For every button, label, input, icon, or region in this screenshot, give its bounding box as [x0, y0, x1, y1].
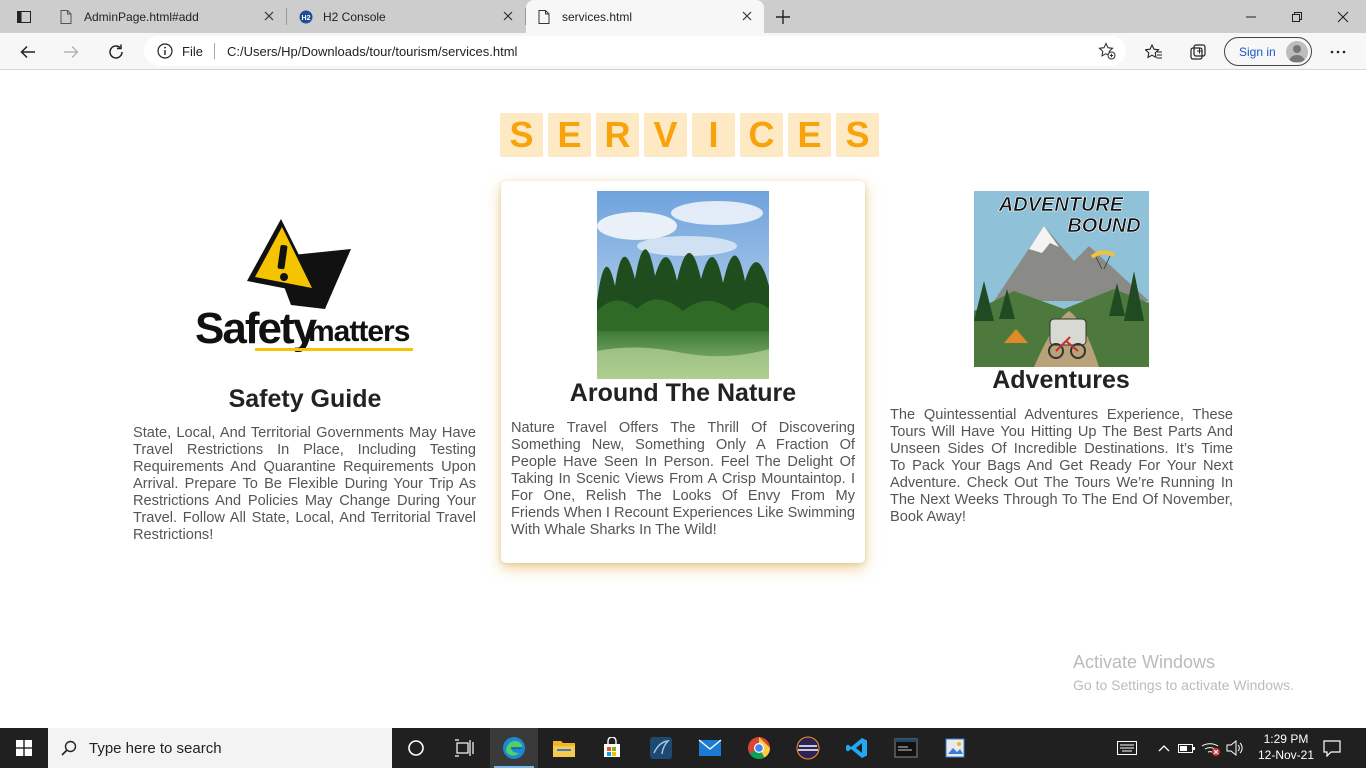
title-letter: R [596, 113, 639, 157]
activate-windows-watermark: Activate Windows Go to Settings to activ… [1073, 652, 1294, 693]
collections-icon[interactable] [1185, 39, 1211, 65]
address-divider [214, 43, 215, 59]
matters-word: matters [308, 315, 410, 348]
tab-strip: AdminPage.html#add H2 H2 Console service… [0, 0, 1366, 33]
service-title: Around The Nature [569, 379, 797, 407]
service-card-safety: Safety matters Safety Guide State, Local… [123, 189, 487, 571]
file-explorer-icon[interactable] [540, 728, 588, 768]
url-text[interactable]: C:/Users/Hp/Downloads/tour/tourism/servi… [227, 44, 517, 59]
new-tab-icon[interactable] [772, 6, 794, 28]
page-icon [60, 9, 74, 24]
clock-time: 1:29 PM [1263, 732, 1309, 746]
address-bar[interactable]: File C:/Users/Hp/Downloads/tour/tourism/… [144, 36, 1126, 66]
tab-label: services.html [562, 9, 633, 24]
service-card-nature: Around The Nature Nature Travel Offers T… [501, 181, 865, 563]
back-icon[interactable] [15, 39, 41, 65]
chevron-up-icon[interactable] [1154, 738, 1174, 758]
more-options-icon[interactable] [1325, 39, 1351, 65]
photos-icon[interactable] [931, 728, 979, 768]
title-letter: E [788, 113, 831, 157]
title-letter: S [500, 113, 543, 157]
window-close-icon[interactable] [1320, 0, 1366, 33]
service-title: Adventures [992, 366, 1130, 394]
sign-in-label: Sign in [1239, 44, 1276, 59]
safety-word: Safety [195, 304, 318, 353]
title-letter: S [836, 113, 879, 157]
title-letter: V [644, 113, 687, 157]
service-title: Safety Guide [228, 385, 382, 413]
search-icon [61, 740, 77, 756]
volume-icon[interactable] [1225, 738, 1245, 758]
watermark-title: Activate Windows [1073, 652, 1216, 672]
watermark-subtitle: Go to Settings to activate Windows. [1073, 677, 1294, 693]
taskbar-search-box[interactable]: Type here to search [48, 728, 392, 768]
refresh-icon[interactable] [103, 39, 129, 65]
tab-services[interactable]: services.html [526, 0, 764, 33]
edge-taskbar-icon[interactable] [490, 728, 538, 768]
tab-label: H2 Console [323, 9, 386, 24]
battery-icon[interactable] [1177, 738, 1197, 758]
network-error-icon[interactable] [1201, 738, 1221, 758]
title-letter: C [740, 113, 783, 157]
cortana-icon[interactable] [392, 728, 440, 768]
favorites-icon[interactable] [1141, 39, 1167, 65]
eclipse-icon[interactable] [784, 728, 832, 768]
vscode-icon[interactable] [833, 728, 881, 768]
h2-logo-icon: H2 [299, 10, 313, 24]
safety-matters-image: Safety matters [195, 217, 417, 357]
sign-in-button[interactable]: Sign in [1224, 37, 1312, 66]
mysql-workbench-icon[interactable] [637, 728, 685, 768]
minimize-icon[interactable] [1228, 0, 1274, 33]
service-card-adventures: ADVENTURE BOUND Adventures The Quintesse… [879, 181, 1243, 563]
title-letter: E [548, 113, 591, 157]
forward-icon[interactable] [58, 39, 84, 65]
search-placeholder: Type here to search [89, 739, 222, 757]
tab-actions-icon[interactable] [8, 6, 40, 28]
clock[interactable]: 1:29 PM 12-Nov-21 [1258, 731, 1314, 763]
close-icon[interactable] [262, 9, 276, 23]
browser-toolbar: File C:/Users/Hp/Downloads/tour/tourism/… [0, 33, 1366, 70]
page-content: S E R V I C E S Safety matters Safety Gu… [0, 71, 1366, 728]
notifications-icon[interactable] [1322, 738, 1342, 758]
page-icon [538, 9, 552, 24]
service-description: Nature Travel Offers The Thrill Of Disco… [511, 420, 855, 538]
microsoft-store-icon[interactable] [588, 728, 636, 768]
tab-adminpage[interactable]: AdminPage.html#add [48, 0, 287, 33]
bound-word: BOUND [1067, 215, 1140, 237]
add-favorite-icon[interactable] [1098, 42, 1116, 60]
title-letter: I [692, 113, 735, 157]
info-icon[interactable] [157, 43, 173, 59]
windows-start-icon[interactable] [0, 728, 48, 768]
close-icon[interactable] [740, 9, 754, 23]
mysql-shell-icon[interactable] [882, 728, 930, 768]
task-view-icon[interactable] [440, 728, 488, 768]
close-icon[interactable] [501, 9, 515, 23]
adventure-bound-image: ADVENTURE BOUND [974, 191, 1149, 367]
page-title: S E R V I C E S [500, 113, 879, 157]
clock-date: 12-Nov-21 [1257, 748, 1314, 762]
tab-h2-console[interactable]: H2 H2 Console [287, 0, 526, 33]
adventure-word: ADVENTURE [998, 194, 1124, 216]
nature-forest-image [597, 191, 769, 379]
restore-icon[interactable] [1274, 0, 1320, 33]
tab-label: AdminPage.html#add [84, 9, 199, 24]
mail-icon[interactable] [686, 728, 734, 768]
taskbar: Type here to search 1:29 PM 12-Nov-21 [0, 728, 1366, 768]
profile-avatar-icon [1286, 41, 1308, 63]
svg-text:H2: H2 [302, 15, 311, 22]
service-description: State, Local, And Territorial Government… [133, 425, 476, 543]
keyboard-icon[interactable] [1117, 738, 1137, 758]
service-description: The Quintessential Adventures Experience… [890, 407, 1233, 525]
scheme-label: File [182, 44, 203, 59]
chrome-icon[interactable] [735, 728, 783, 768]
